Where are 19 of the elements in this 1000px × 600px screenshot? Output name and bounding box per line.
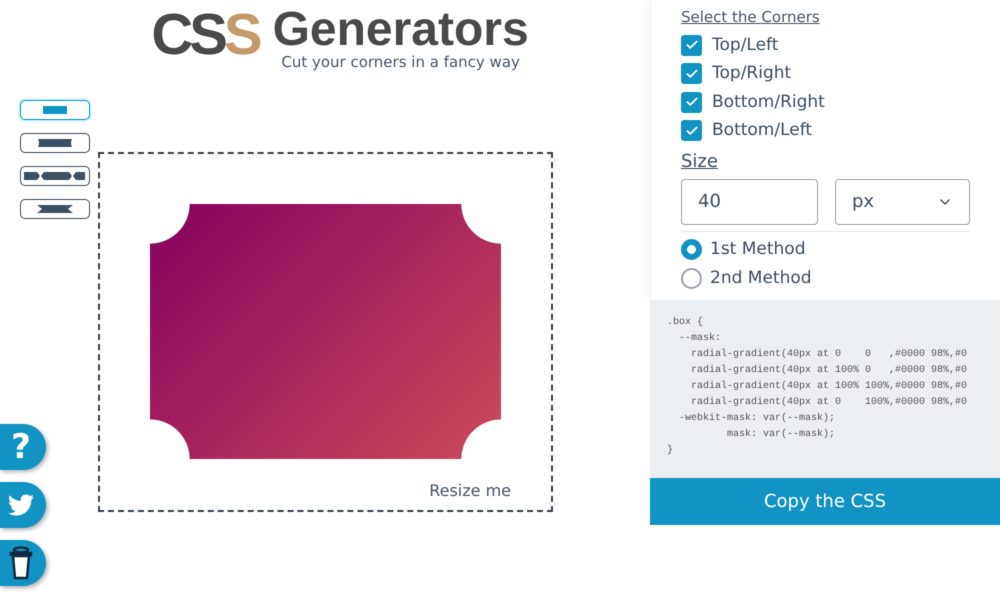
size-label: Size	[681, 150, 718, 174]
logo-mark: CSS	[151, 6, 259, 64]
size-field[interactable]: 40	[681, 178, 818, 224]
help-mark: ?	[11, 430, 31, 464]
unit-select[interactable]: px	[835, 178, 970, 224]
resize-hint: Resize me	[429, 480, 511, 502]
corner-label: Top/Right	[712, 62, 792, 85]
corners-heading: Select the Corners	[681, 7, 820, 28]
copy-button[interactable]: Copy the CSS	[650, 478, 1000, 525]
preview-area[interactable]: Resize me	[98, 152, 553, 512]
logo-title: Generators	[272, 6, 529, 54]
corner-label: Bottom/Right	[712, 90, 825, 114]
method-label: 1st Method	[710, 238, 806, 260]
corner-label: Bottom/Left	[712, 119, 812, 142]
css-code: .box { --mask: radial-gradient(40px at 0 0 ,#0000 98%,#0 radial-gradient(40px at 100% 0 ,#0000 98%,#0 radial-gradient(40px at 100% 100%,#0000 98%,#0 radial-gradient(40px at 0 100%,#0000 98%,#0 -webkit-mask: var(--mask); mask: var(--mask); }	[650, 300, 1000, 478]
corner-label: Top/Left	[712, 34, 778, 56]
help-button[interactable]: ?	[0, 424, 46, 470]
method-label: 2nd Method	[710, 267, 812, 290]
tagline: Cut your corners in a fancy way	[281, 55, 520, 70]
